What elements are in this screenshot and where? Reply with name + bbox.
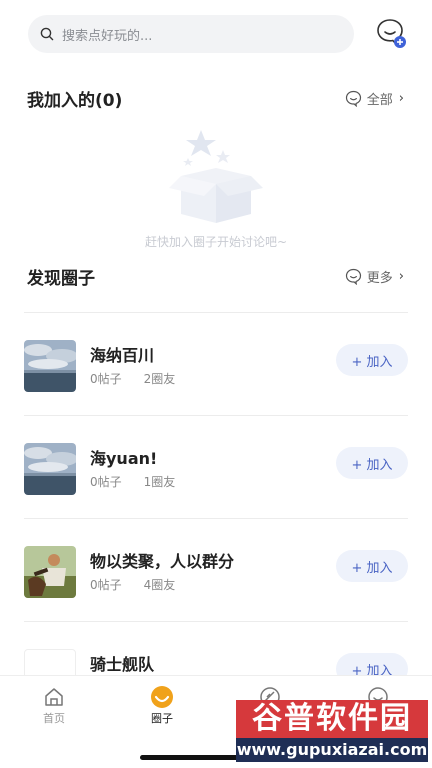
search-icon xyxy=(40,27,54,41)
divider xyxy=(24,518,408,519)
circle-name: 骑士舰队 xyxy=(90,655,155,674)
chevron-right-icon: › xyxy=(398,269,404,284)
discover-header: 发现圈子 更多 › xyxy=(27,264,404,289)
circle-list-item[interactable]: 海纳百川 0帖子 2圈友 + 加入 xyxy=(24,332,408,402)
circle-name: 海纳百川 xyxy=(90,346,155,365)
chat-icon xyxy=(345,268,361,285)
search-placeholder: 搜索点好玩的... xyxy=(62,28,153,44)
circle-name: 物以类聚，人以群分 xyxy=(90,552,235,571)
empty-box-icon xyxy=(169,130,263,223)
circle-stats: 0帖子 4圈友 xyxy=(90,576,175,593)
member-count: 2圈友 xyxy=(143,372,176,386)
circle-icon xyxy=(151,686,173,708)
home-icon xyxy=(45,688,63,706)
member-count: 1圈友 xyxy=(143,475,176,489)
circle-list-item[interactable]: 海yuan! 0帖子 1圈友 + 加入 xyxy=(24,435,408,505)
joined-title: 我加入的(0) xyxy=(27,91,123,111)
tab-home-label: 首页 xyxy=(43,712,65,725)
message-button[interactable] xyxy=(374,16,408,50)
member-count: 4圈友 xyxy=(143,578,176,592)
join-button[interactable]: + 加入 xyxy=(336,447,408,479)
more-label: 更多 xyxy=(366,271,393,286)
chat-add-icon xyxy=(377,19,406,48)
watermark-brand: 谷普软件园 xyxy=(236,700,428,738)
circle-list-item[interactable]: 物以类聚，人以群分 0帖子 4圈友 + 加入 xyxy=(24,538,408,608)
circle-stats: 0帖子 2圈友 xyxy=(90,370,175,387)
tab-home[interactable]: 首页 xyxy=(24,684,84,726)
more-link[interactable]: 更多 › xyxy=(345,267,404,286)
joined-header: 我加入的(0) 全部 › xyxy=(27,86,404,111)
divider xyxy=(24,621,408,622)
chat-icon xyxy=(345,90,361,107)
search-row: 搜索点好玩的... xyxy=(28,14,412,54)
empty-message: 赶快加入圈子开始讨论吧~ xyxy=(144,235,288,249)
circle-thumbnail xyxy=(24,546,76,598)
divider xyxy=(24,312,408,313)
circle-stats: 0帖子 1圈友 xyxy=(90,473,175,490)
post-count: 0帖子 xyxy=(90,372,122,386)
post-count: 0帖子 xyxy=(90,578,122,592)
empty-illustration xyxy=(0,128,432,232)
tab-circle[interactable]: 圈子 xyxy=(132,684,192,726)
circle-thumbnail xyxy=(24,340,76,392)
watermark-url: www.gupuxiazai.com xyxy=(236,738,428,762)
divider xyxy=(24,415,408,416)
tab-circle-label: 圈子 xyxy=(151,712,173,725)
view-all-label: 全部 xyxy=(366,93,393,108)
post-count: 0帖子 xyxy=(90,475,122,489)
search-input[interactable]: 搜索点好玩的... xyxy=(28,15,354,53)
discover-title: 发现圈子 xyxy=(27,269,95,289)
join-button[interactable]: + 加入 xyxy=(336,344,408,376)
join-button[interactable]: + 加入 xyxy=(336,550,408,582)
chevron-right-icon: › xyxy=(398,91,404,106)
circle-name: 海yuan! xyxy=(90,449,158,468)
view-all-link[interactable]: 全部 › xyxy=(345,89,404,108)
watermark-logo: 谷普软件园 www.gupuxiazai.com xyxy=(236,700,428,762)
circle-thumbnail xyxy=(24,443,76,495)
